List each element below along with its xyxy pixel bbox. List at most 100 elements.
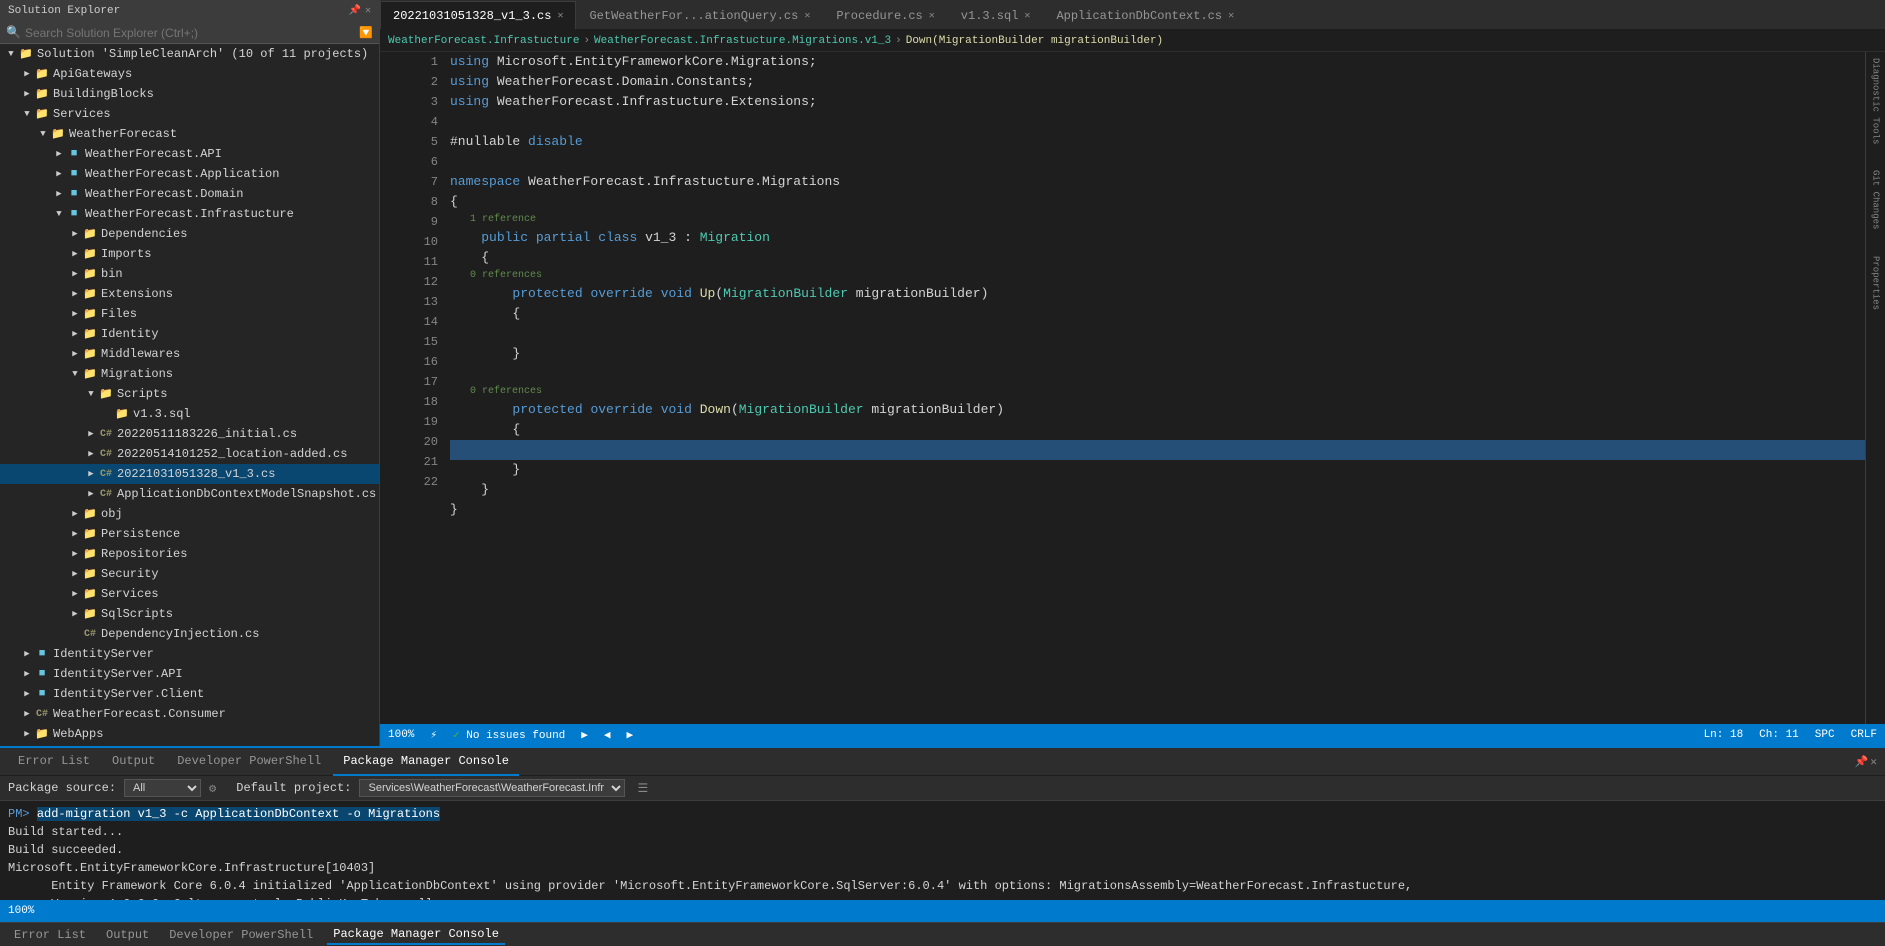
breadcrumb-part2: WeatherForecast.Infrastucture.Migrations… bbox=[594, 35, 891, 47]
tree-item-obj[interactable]: ▶📁obj bbox=[0, 504, 379, 524]
tree-item-identityserver-client[interactable]: ▶■IdentityServer.Client bbox=[0, 684, 379, 704]
tree-item-appdbsnapshot[interactable]: ▶C#ApplicationDbContextModelSnapshot.cs bbox=[0, 484, 379, 504]
tree-item-webapps[interactable]: ▶📁WebApps bbox=[0, 724, 379, 744]
tree-item-extensions[interactable]: ▶📁Extensions bbox=[0, 284, 379, 304]
editor-tab-tab1[interactable]: 20221031051328_v1_3.cs✕ bbox=[380, 1, 576, 29]
editor-tab-tab4[interactable]: v1.3.sql✕ bbox=[948, 1, 1044, 29]
settings-icon[interactable]: ⚙ bbox=[209, 781, 216, 796]
run-icon[interactable]: ▶ bbox=[581, 728, 588, 742]
console-prompt: PM> bbox=[8, 807, 37, 821]
tree-arrow: ▶ bbox=[68, 249, 82, 259]
bottom-tab-dev-powershell[interactable]: Developer PowerShell bbox=[167, 748, 331, 776]
tree-item-wf-domain[interactable]: ▶■WeatherForecast.Domain bbox=[0, 184, 379, 204]
search-input[interactable] bbox=[25, 26, 355, 40]
folder-icon: 📁 bbox=[82, 547, 98, 561]
tree-label: IdentityServer.API bbox=[53, 667, 183, 681]
tree-label: WeatherForecast.Consumer bbox=[53, 707, 226, 721]
bottom-tab-error-list[interactable]: Error List bbox=[8, 748, 100, 776]
ch-indicator: Ch: 11 bbox=[1759, 729, 1799, 741]
breadcrumb: WeatherForecast.Infrastucture › WeatherF… bbox=[380, 30, 1885, 52]
tab-close[interactable]: ✕ bbox=[929, 10, 935, 22]
tree-item-services[interactable]: ▼📁Services bbox=[0, 104, 379, 124]
bottom-tab-pkg-console[interactable]: Package Manager Console bbox=[333, 748, 519, 776]
tree-item-identityserver[interactable]: ▶■IdentityServer bbox=[0, 644, 379, 664]
right-gutter: Diagnostic Tools Git Changes Properties bbox=[1865, 52, 1885, 724]
tree-item-weatherforecast[interactable]: ▼📁WeatherForecast bbox=[0, 124, 379, 144]
tree-item-wf-app[interactable]: ▶■WeatherForecast.Application bbox=[0, 164, 379, 184]
tree-item-wf-api[interactable]: ▶■WeatherForecast.API bbox=[0, 144, 379, 164]
pin-icon[interactable]: 📌 bbox=[349, 5, 361, 17]
bottom-panel-pin[interactable]: 📌 bbox=[1855, 755, 1869, 769]
dev-powershell-tab[interactable]: Developer PowerShell bbox=[163, 926, 319, 944]
folder-icon: 📁 bbox=[82, 587, 98, 601]
bottom-tab-output[interactable]: Output bbox=[102, 748, 165, 776]
editor-tab-tab3[interactable]: Procedure.cs✕ bbox=[823, 1, 947, 29]
tree-item-migrations[interactable]: ▼📁Migrations bbox=[0, 364, 379, 384]
editor-tab-tab2[interactable]: GetWeatherFor...ationQuery.cs✕ bbox=[576, 1, 823, 29]
default-project-select[interactable]: Services\WeatherForecast\WeatherForecast… bbox=[359, 779, 625, 797]
tree-item-wf-infra[interactable]: ▼■WeatherForecast.Infrastucture bbox=[0, 204, 379, 224]
tree-arrow: ▶ bbox=[52, 149, 66, 159]
tree-item-wf-consumer[interactable]: ▶C#WeatherForecast.Consumer bbox=[0, 704, 379, 724]
code-editor-container: 12345678910111213141516171819202122 usin… bbox=[380, 52, 1885, 724]
tab-close[interactable]: ✕ bbox=[804, 10, 810, 22]
package-source-select[interactable]: All nuget.org bbox=[124, 779, 201, 797]
pkg-source-label: Package source: bbox=[8, 781, 116, 795]
tree-label: BuildingBlocks bbox=[53, 87, 154, 101]
diagnostic-tools-label[interactable]: Diagnostic Tools bbox=[1869, 56, 1883, 146]
tree-item-security[interactable]: ▶📁Security bbox=[0, 564, 379, 584]
pkg-manager-console-tab[interactable]: Package Manager Console bbox=[327, 925, 505, 945]
folder-icon: 📁 bbox=[98, 387, 114, 401]
search-bar: 🔍 🔽 bbox=[0, 22, 379, 44]
tab-close[interactable]: ✕ bbox=[557, 10, 563, 22]
tab-close[interactable]: ✕ bbox=[1228, 10, 1234, 22]
tree-item-apigateways[interactable]: ▶📁ApiGateways bbox=[0, 64, 379, 84]
tree-label: WeatherForecast.API bbox=[85, 147, 222, 161]
tree-item-middlewares[interactable]: ▶📁Middlewares bbox=[0, 344, 379, 364]
tree-item-bin[interactable]: ▶📁bin bbox=[0, 264, 379, 284]
tree-item-mig3-active[interactable]: ▶C#20221031051328_v1_3.cs bbox=[0, 464, 379, 484]
tree-label: Dependencies bbox=[101, 227, 187, 241]
tree-arrow: ▼ bbox=[52, 209, 66, 219]
package-manager-console[interactable]: PM> add-migration v1_3 -c ApplicationDbC… bbox=[0, 801, 1885, 900]
tree-item-mig2[interactable]: ▶C#20220514101252_location-added.cs bbox=[0, 444, 379, 464]
properties-label[interactable]: Properties bbox=[1869, 254, 1883, 312]
line-numbers: 12345678910111213141516171819202122 bbox=[400, 52, 450, 724]
code-line-1: using Microsoft.EntityFrameworkCore.Migr… bbox=[450, 52, 1865, 72]
tree-item-persistence[interactable]: ▶📁Persistence bbox=[0, 524, 379, 544]
error-list-tab[interactable]: Error List bbox=[8, 926, 92, 944]
git-changes-label[interactable]: Git Changes bbox=[1869, 168, 1883, 231]
tree-item-depinject[interactable]: C#DependencyInjection.cs bbox=[0, 624, 379, 644]
tree-item-services2[interactable]: ▶📁Services bbox=[0, 584, 379, 604]
tree-item-buildingblocks[interactable]: ▶📁BuildingBlocks bbox=[0, 84, 379, 104]
search-options-icon[interactable]: 🔽 bbox=[359, 26, 373, 40]
nav-fwd[interactable]: ▶ bbox=[627, 728, 634, 742]
tree-label: Repositories bbox=[101, 547, 187, 561]
encoding-indicator: SPC bbox=[1815, 729, 1835, 741]
tree-item-solution[interactable]: ▼📁Solution 'SimpleCleanArch' (10 of 11 p… bbox=[0, 44, 379, 64]
code-line-22 bbox=[450, 520, 1865, 540]
tree-item-scripts[interactable]: ▼📁Scripts bbox=[0, 384, 379, 404]
tree-item-dependencies[interactable]: ▶📁Dependencies bbox=[0, 224, 379, 244]
code-line-9: public partial class v1_3 : Migration bbox=[450, 228, 1865, 248]
bottom-panel-close[interactable]: ✕ bbox=[1870, 755, 1877, 769]
output-tab[interactable]: Output bbox=[100, 926, 155, 944]
tree-item-identity[interactable]: ▶📁Identity bbox=[0, 324, 379, 344]
list-icon[interactable]: ☰ bbox=[637, 781, 648, 796]
tree-item-v13sql[interactable]: 📁v1.3.sql bbox=[0, 404, 379, 424]
nav-back[interactable]: ◀ bbox=[604, 728, 611, 742]
tree-item-identityserver-api[interactable]: ▶■IdentityServer.API bbox=[0, 664, 379, 684]
zoom-level: 100% bbox=[388, 729, 414, 741]
tree-item-files[interactable]: ▶📁Files bbox=[0, 304, 379, 324]
code-reference: 1 reference bbox=[450, 212, 1865, 228]
editor-tabs: 20221031051328_v1_3.cs✕GetWeatherFor...a… bbox=[380, 0, 1885, 30]
tab-close[interactable]: ✕ bbox=[1024, 10, 1030, 22]
code-editor[interactable]: using Microsoft.EntityFrameworkCore.Migr… bbox=[450, 52, 1865, 724]
close-icon[interactable]: ✕ bbox=[365, 5, 371, 17]
tree-item-repositories[interactable]: ▶📁Repositories bbox=[0, 544, 379, 564]
tree-item-imports[interactable]: ▶📁Imports bbox=[0, 244, 379, 264]
tree-item-sqlscripts[interactable]: ▶📁SqlScripts bbox=[0, 604, 379, 624]
editor-tab-tab5[interactable]: ApplicationDbContext.cs✕ bbox=[1043, 1, 1247, 29]
tree-item-mig1[interactable]: ▶C#20220511183226_initial.cs bbox=[0, 424, 379, 444]
code-line-12: { bbox=[450, 304, 1865, 324]
